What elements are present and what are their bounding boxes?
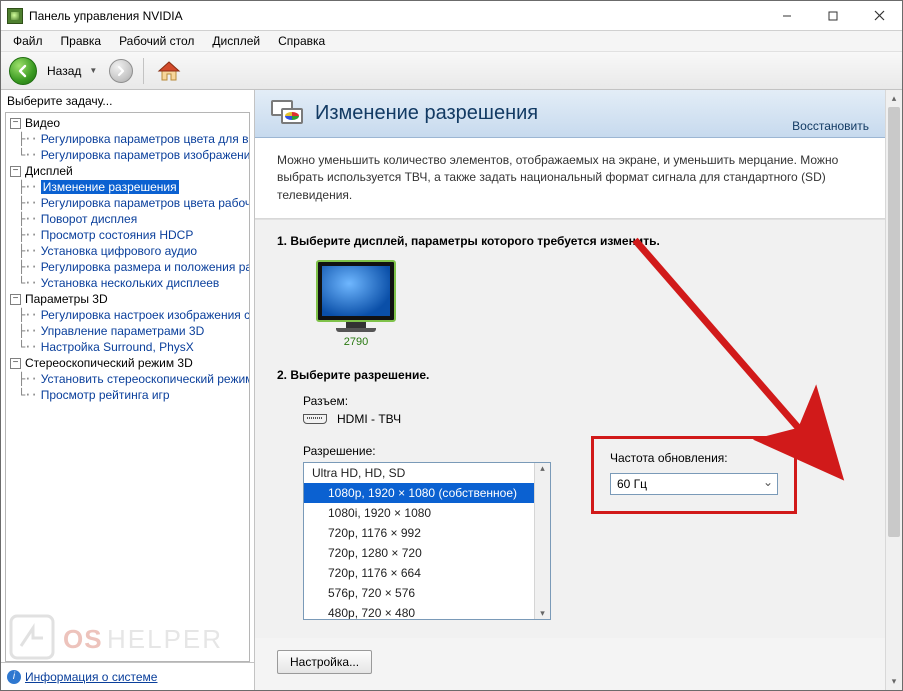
- tree-item[interactable]: ├··Установка цифрового аудио: [6, 243, 249, 259]
- refresh-rate-combo[interactable]: 60 Гц: [610, 473, 778, 495]
- resolution-option[interactable]: 1080p, 1920 × 1080 (собственное): [304, 483, 550, 503]
- menu-help[interactable]: Справка: [270, 32, 333, 50]
- scroll-up-icon[interactable]: ▴: [886, 90, 902, 107]
- step-1-panel: 1. Выберите дисплей, параметры которого …: [255, 219, 885, 638]
- tree-item[interactable]: ├··Регулировка настроек изображения с пр: [6, 307, 249, 323]
- home-button[interactable]: [154, 56, 184, 86]
- toolbar-separator: [143, 58, 144, 84]
- tree-group-video[interactable]: − Видео: [6, 115, 249, 131]
- scroll-down-icon[interactable]: ▾: [886, 673, 902, 690]
- sidebar-heading: Выберите задачу...: [1, 90, 254, 112]
- maximize-button[interactable]: [810, 1, 856, 30]
- forward-button[interactable]: [109, 59, 133, 83]
- resolution-option[interactable]: 720p, 1176 × 664: [304, 563, 550, 583]
- menu-edit[interactable]: Правка: [53, 32, 110, 50]
- resolution-group: Ultra HD, HD, SD: [304, 463, 550, 483]
- page-title: Изменение разрешения: [315, 102, 780, 125]
- tree-item[interactable]: └··Регулировка параметров изображения д: [6, 147, 249, 163]
- resolution-option[interactable]: 720p, 1176 × 992: [304, 523, 550, 543]
- menu-file[interactable]: Файл: [5, 32, 51, 50]
- system-info-link[interactable]: Информация о системе: [25, 670, 157, 684]
- menubar: Файл Правка Рабочий стол Дисплей Справка: [1, 31, 902, 52]
- display-thumbnail[interactable]: 2790: [311, 260, 401, 348]
- window-controls: [764, 1, 902, 30]
- tree-item[interactable]: ├··Регулировка параметров цвета для вид: [6, 131, 249, 147]
- back-dropdown-icon[interactable]: ▼: [89, 66, 97, 75]
- resolution-icon: [271, 100, 303, 128]
- sidebar: Выберите задачу... − Видео ├··Регулировк…: [1, 90, 255, 690]
- refresh-rate-label: Частота обновления:: [610, 451, 778, 465]
- hdmi-icon: [303, 414, 327, 424]
- page-header: Изменение разрешения Восстановить: [255, 90, 885, 138]
- display-name: 2790: [311, 336, 401, 348]
- tree-item[interactable]: ├··Установить стереоскопический режим 3: [6, 371, 249, 387]
- titlebar: Панель управления NVIDIA: [1, 1, 902, 31]
- resolution-option[interactable]: 576p, 720 × 576: [304, 583, 550, 603]
- refresh-rate-value: 60 Гц: [617, 477, 647, 491]
- listbox-scrollbar[interactable]: [534, 463, 550, 619]
- resolution-option[interactable]: 480p, 720 × 480: [304, 603, 550, 620]
- back-button[interactable]: [9, 57, 37, 85]
- connector-value: HDMI - ТВЧ: [337, 412, 401, 426]
- tree-group-3d[interactable]: − Параметры 3D: [6, 291, 249, 307]
- customize-button[interactable]: Настройка...: [277, 650, 372, 674]
- nvidia-icon: [7, 8, 23, 24]
- refresh-rate-highlight: Частота обновления: 60 Гц: [591, 436, 797, 514]
- body: Выберите задачу... − Видео ├··Регулировк…: [1, 90, 902, 690]
- scroll-thumb[interactable]: [888, 107, 900, 537]
- step-1-heading: 1. Выберите дисплей, параметры которого …: [277, 234, 863, 248]
- menu-display[interactable]: Дисплей: [204, 32, 268, 50]
- task-tree[interactable]: − Видео ├··Регулировка параметров цвета …: [5, 112, 250, 662]
- info-icon: i: [7, 670, 21, 684]
- window-title: Панель управления NVIDIA: [29, 9, 764, 23]
- resolution-option[interactable]: 1080i, 1920 × 1080: [304, 503, 550, 523]
- collapse-icon[interactable]: −: [10, 294, 21, 305]
- main-scrollbar[interactable]: ▴ ▾: [885, 90, 902, 690]
- collapse-icon[interactable]: −: [10, 358, 21, 369]
- tree-item-change-resolution[interactable]: ├··Изменение разрешения: [6, 179, 249, 195]
- back-label: Назад: [47, 64, 81, 78]
- tree-item[interactable]: └··Установка нескольких дисплеев: [6, 275, 249, 291]
- resolution-label: Разрешение:: [303, 444, 551, 458]
- connector-row: HDMI - ТВЧ: [303, 412, 863, 426]
- resolution-option[interactable]: 720p, 1280 × 720: [304, 543, 550, 563]
- close-button[interactable]: [856, 1, 902, 30]
- restore-link[interactable]: Восстановить: [792, 119, 869, 133]
- tree-item[interactable]: └··Настройка Surround, PhysX: [6, 339, 249, 355]
- tree-group-display[interactable]: − Дисплей: [6, 163, 249, 179]
- connector-label: Разъем:: [303, 394, 863, 408]
- system-info-bar: i Информация о системе: [1, 662, 254, 690]
- collapse-icon[interactable]: −: [10, 118, 21, 129]
- tree-item[interactable]: ├··Просмотр состояния HDCP: [6, 227, 249, 243]
- main-panel: Изменение разрешения Восстановить Можно …: [255, 90, 902, 690]
- tree-group-stereo[interactable]: − Стереоскопический режим 3D: [6, 355, 249, 371]
- tree-item[interactable]: ├··Поворот дисплея: [6, 211, 249, 227]
- tree-item[interactable]: ├··Регулировка размера и положения рабо: [6, 259, 249, 275]
- settings-bar: Настройка...: [255, 638, 885, 686]
- resolution-listbox[interactable]: Ultra HD, HD, SD 1080p, 1920 × 1080 (соб…: [303, 462, 551, 620]
- menu-desktop[interactable]: Рабочий стол: [111, 32, 202, 50]
- tree-item[interactable]: └··Просмотр рейтинга игр: [6, 387, 249, 403]
- intro-text: Можно уменьшить количество элементов, от…: [255, 138, 885, 219]
- app-window: Панель управления NVIDIA Файл Правка Раб…: [0, 0, 903, 691]
- toolbar: Назад ▼: [1, 52, 902, 90]
- tree-item[interactable]: ├··Управление параметрами 3D: [6, 323, 249, 339]
- step-2-heading: 2. Выберите разрешение.: [277, 368, 863, 382]
- collapse-icon[interactable]: −: [10, 166, 21, 177]
- tree-item[interactable]: ├··Регулировка параметров цвета рабочег: [6, 195, 249, 211]
- minimize-button[interactable]: [764, 1, 810, 30]
